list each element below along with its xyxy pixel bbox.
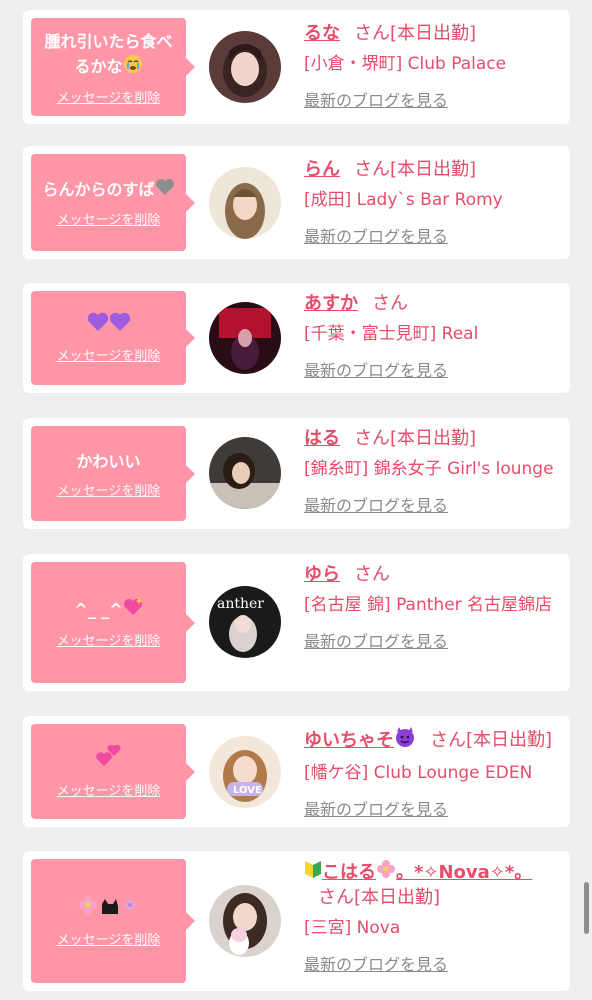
honorific: さん (318, 887, 354, 908)
shop-label: [小倉・堺町] Club Palace (304, 54, 507, 74)
latest-blog-link[interactable]: 最新のブログを見る (304, 87, 448, 111)
status-badge: [本日出勤] (354, 887, 441, 908)
message-card: らんからのすば メッセージを削除 らん さん[本日出勤] [成田] Lady`s … (23, 146, 570, 259)
latest-blog-link[interactable]: 最新のブログを見る (304, 951, 448, 975)
shop-label: [千葉・富士見町] Real (304, 324, 479, 344)
svg-text:anther: anther (217, 596, 264, 612)
status-badge: [本日出勤] (390, 23, 477, 44)
message-text: 腫れ引いたら食べるかな (41, 29, 176, 81)
message-text-content: ^_ _^ (74, 599, 123, 619)
message-card: メッセージを削除 こはる 。*✧Nova✧*。さん[本日出勤] [三宮] Nova… (23, 851, 570, 991)
grey-heart-icon (155, 178, 175, 203)
crying-face-icon (123, 54, 143, 81)
cherry-blossom-icon (376, 859, 396, 886)
cast-info: あすか さん [千葉・富士見町] Real 最新のブログを見る (304, 292, 562, 381)
latest-blog-link[interactable]: 最新のブログを見る (304, 796, 448, 820)
message-bubble: らんからのすば メッセージを削除 (31, 154, 195, 251)
avatar[interactable]: LOVE (209, 736, 281, 808)
message-text: かわいい (76, 449, 140, 474)
cast-name-text: こはる (322, 861, 376, 883)
delete-message-link[interactable]: メッセージを削除 (57, 345, 161, 364)
latest-blog-link[interactable]: 最新のブログを見る (304, 492, 448, 516)
avatar[interactable] (209, 302, 281, 374)
message-bubble: ^_ _^ メッセージを削除 (31, 562, 195, 683)
message-bubble: メッセージを削除 (31, 291, 195, 385)
message-card: ^_ _^ メッセージを削除 anther ゆら さん [名古屋 錦] Panth… (23, 554, 570, 691)
delete-message-link[interactable]: メッセージを削除 (57, 480, 161, 499)
message-card: かわいい メッセージを削除 はる さん[本日出勤] [錦糸町] 錦糸女子 Girl… (23, 418, 570, 529)
avatar[interactable] (209, 31, 281, 103)
cast-info: らん さん[本日出勤] [成田] Lady`s Bar Romy 最新のブログを見… (304, 158, 562, 247)
message-text (95, 743, 122, 774)
cast-name-link[interactable]: ゆら (304, 564, 340, 585)
delete-message-link[interactable]: メッセージを削除 (57, 209, 161, 228)
honorific: さん (354, 23, 390, 44)
avatar[interactable] (209, 885, 281, 957)
honorific: さん (354, 159, 390, 180)
message-text-content: 腫れ引いたら食べるかな (44, 31, 173, 76)
honorific: さん (354, 564, 390, 585)
cast-name-suffix: 。*✧Nova✧*。 (396, 861, 533, 883)
message-text (78, 894, 140, 923)
avatar[interactable] (209, 167, 281, 239)
latest-blog-link[interactable]: 最新のブログを見る (304, 357, 448, 381)
shop-label: [名古屋 錦] Panther 名古屋錦店 (304, 595, 553, 615)
cast-name-link[interactable]: るな (304, 23, 340, 44)
latest-blog-link[interactable]: 最新のブログを見る (304, 628, 448, 652)
message-text-content: かわいい (76, 451, 141, 471)
sparkling-heart-icon (123, 597, 143, 624)
avatar[interactable]: anther (209, 586, 281, 658)
avatar[interactable] (209, 437, 281, 509)
shop-label: [幡ケ谷] Club Lounge EDEN (304, 763, 533, 783)
svg-text:LOVE: LOVE (233, 785, 262, 796)
cast-info: ゆら さん [名古屋 錦] Panther 名古屋錦店 最新のブログを見る (304, 563, 562, 652)
honorific: さん (430, 729, 466, 751)
message-text-content: らんからのすば (42, 180, 155, 199)
cast-name-link[interactable]: ゆいちゃそ (304, 727, 416, 751)
beginner-mark-icon (304, 859, 322, 886)
status-badge: [本日出勤] (390, 428, 477, 449)
message-text: ^_ _^ (74, 597, 142, 624)
status-badge: [本日出勤] (390, 159, 477, 180)
cast-name-text: ゆいちゃそ (304, 729, 394, 751)
message-card: メッセージを削除 あすか さん [千葉・富士見町] Real 最新のブログを見る (23, 283, 570, 393)
message-card: メッセージを削除 LOVE ゆいちゃそ さん[本日出勤] [幡ケ谷] Club L… (23, 716, 570, 827)
cast-info: こはる 。*✧Nova✧*。さん[本日出勤] [三宮] Nova 最新のブログを見… (304, 859, 562, 975)
scrollbar-thumb[interactable] (584, 882, 589, 934)
latest-blog-link[interactable]: 最新のブログを見る (304, 223, 448, 247)
cast-name-link[interactable]: こはる 。*✧Nova✧*。 (304, 859, 533, 886)
message-text (87, 312, 131, 339)
purple-hearts-icon (87, 312, 131, 339)
message-card: 腫れ引いたら食べるかな メッセージを削除 るな さん[本日出勤] [小倉・堺町] … (23, 10, 570, 124)
delete-message-link[interactable]: メッセージを削除 (57, 780, 161, 799)
delete-message-link[interactable]: メッセージを削除 (57, 630, 161, 649)
message-bubble: メッセージを削除 (31, 724, 195, 819)
cast-name-link[interactable]: らん (304, 159, 340, 180)
message-list: 腫れ引いたら食べるかな メッセージを削除 るな さん[本日出勤] [小倉・堺町] … (0, 0, 592, 1000)
message-bubble: 腫れ引いたら食べるかな メッセージを削除 (31, 18, 195, 116)
two-hearts-icon (95, 743, 122, 774)
delete-message-link[interactable]: メッセージを削除 (57, 87, 161, 106)
cast-info: ゆいちゃそ さん[本日出勤] [幡ケ谷] Club Lounge EDEN 最新の… (304, 726, 562, 820)
cast-name-link[interactable]: はる (304, 428, 340, 449)
shop-label: [三宮] Nova (304, 918, 401, 938)
shop-label: [成田] Lady`s Bar Romy (304, 190, 503, 210)
cast-info: るな さん[本日出勤] [小倉・堺町] Club Palace 最新のブログを見る (304, 22, 562, 111)
message-bubble: メッセージを削除 (31, 859, 195, 983)
message-bubble: かわいい メッセージを削除 (31, 426, 195, 521)
smiling-devil-icon (394, 726, 416, 755)
message-text: らんからのすば (42, 177, 174, 203)
cast-name-link[interactable]: あすか (304, 293, 358, 314)
cast-info: はる さん[本日出勤] [錦糸町] 錦糸女子 Girl's lounge 最新のブ… (304, 427, 562, 516)
blossom-cat-ribbon-icon (78, 894, 140, 923)
delete-message-link[interactable]: メッセージを削除 (57, 929, 161, 948)
honorific: さん (354, 428, 390, 449)
honorific: さん (372, 293, 408, 314)
status-badge: [本日出勤] (466, 729, 553, 751)
shop-label: [錦糸町] 錦糸女子 Girl's lounge (304, 459, 554, 479)
